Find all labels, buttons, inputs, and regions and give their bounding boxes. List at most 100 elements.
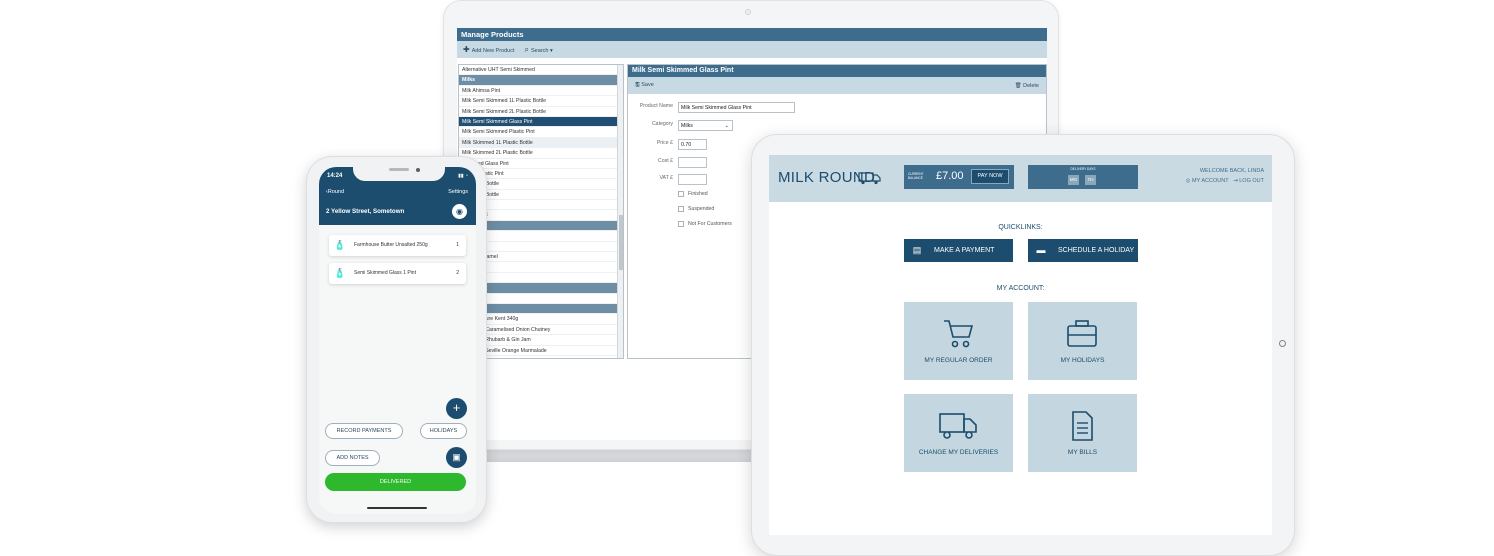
scrollbar-thumb[interactable] <box>619 215 623 270</box>
price-label: Price £ <box>656 140 673 146</box>
chevron-down-icon: ⌄ <box>724 123 729 129</box>
front-camera <box>416 168 420 172</box>
home-button[interactable] <box>1279 340 1286 347</box>
vat-input[interactable] <box>678 174 707 185</box>
save-button[interactable]: 🖫 Save <box>635 81 654 90</box>
speaker-grille <box>389 168 409 171</box>
search-button[interactable]: ⌕ Search ▾ <box>525 45 553 55</box>
product-row[interactable]: Milk Semi Skimmed 1L Plastic Bottle <box>459 96 623 107</box>
add-notes-button[interactable]: ADD NOTES <box>325 450 380 466</box>
van-logo-icon <box>858 172 881 185</box>
product-row[interactable]: Skimmed Glass Pint <box>459 159 623 169</box>
logout-link[interactable]: ⇥ LOG OUT <box>1233 178 1264 184</box>
cost-label: Cost £ <box>658 158 673 164</box>
change-my-deliveries-card[interactable]: CHANGE MY DELIVERIES <box>904 394 1013 472</box>
product-row[interactable]: Alternative UHT Semi Skimmed <box>459 65 623 76</box>
product-row[interactable]: Milk Semi Skimmed Glass Pint <box>459 116 623 128</box>
suspended-label: Suspended <box>688 206 715 212</box>
record-payments-button[interactable]: RECORD PAYMENTS <box>325 423 403 439</box>
balance-caption: CURRENT BALANCE <box>908 172 924 180</box>
wallet-icon: ▤ <box>912 245 922 255</box>
delivery-day: TH <box>1085 175 1096 185</box>
webcam <box>745 9 751 15</box>
phone-device: 14:24 ▮▮ ◔ ‹Round Settings 2 Yellow Stre… <box>306 156 487 523</box>
product-row[interactable]: Milk Skimmed 2L Plastic Bottle <box>459 148 623 159</box>
delete-button[interactable]: 🗑 Delete <box>1015 83 1039 89</box>
price-input[interactable]: 0.70 <box>678 139 707 150</box>
bottles-icon: 🧴 <box>334 240 346 250</box>
card-label: MY HOLIDAYS <box>1060 357 1105 364</box>
map-pin-icon[interactable]: ◉ <box>452 204 467 219</box>
my-regular-order-card[interactable]: MY REGULAR ORDER <box>904 302 1013 380</box>
add-product-button[interactable]: ✚ Add New Product <box>463 45 515 54</box>
order-item-name: Farmhouse Butter Unsalted 250g <box>354 242 428 248</box>
checkbox-box[interactable] <box>678 191 684 197</box>
product-name-input[interactable]: Milk Semi Skimmed Glass Pint <box>678 102 795 113</box>
plus-icon: ✚ <box>463 45 470 54</box>
finished-checkbox[interactable]: Finished <box>678 191 708 197</box>
round-address: 2 Yellow Street, Sometown <box>326 208 405 215</box>
vat-label: VAT £ <box>659 175 673 181</box>
order-item[interactable]: 🧴 Semi Skimmed Glass 1 Pint 2 <box>329 263 466 284</box>
delivery-day: MO <box>1068 175 1079 185</box>
pay-now-button[interactable]: PAY NOW <box>971 169 1009 184</box>
suspended-checkbox[interactable]: Suspended <box>678 206 714 212</box>
product-row[interactable]: Milk Semi Skimmed 2L Plastic Bottle <box>459 107 623 117</box>
my-account-link[interactable]: ◎ MY ACCOUNT <box>1186 178 1229 184</box>
balance-panel: CURRENT BALANCE £7.00 PAY NOW <box>904 165 1014 189</box>
order-item-qty: 1 <box>456 242 459 248</box>
cost-input[interactable] <box>678 157 707 168</box>
account-links: ◎ MY ACCOUNT ⇥ LOG OUT <box>1186 178 1264 184</box>
product-row[interactable]: Milk Skimmed 1L Plastic Bottle <box>459 137 623 149</box>
suitcase-icon <box>1067 320 1097 347</box>
product-row[interactable]: Milk Ahimsa Pint <box>459 86 623 97</box>
user-icon: ◎ <box>1185 178 1191 184</box>
schedule-holiday-label: SCHEDULE A HOLIDAY <box>1058 247 1135 254</box>
card-label: MY REGULAR ORDER <box>924 357 993 364</box>
tablet-device: MILK ROUND CURRENT BALANCE £7.00 PAY NOW… <box>751 134 1295 556</box>
detail-title: Milk Semi Skimmed Glass Pint <box>628 65 1046 77</box>
settings-link[interactable]: Settings <box>448 189 468 195</box>
category-value: Milks <box>681 123 693 129</box>
card-icon: ▬ <box>1036 245 1046 255</box>
search-icon: ⌕ <box>524 44 529 54</box>
category-row[interactable]: Milks <box>459 75 623 86</box>
logout-icon: ⇥ <box>1233 178 1238 184</box>
home-indicator <box>367 507 427 509</box>
category-select[interactable]: Milks ⌄ <box>678 120 733 131</box>
make-payment-button[interactable]: ▤ MAKE A PAYMENT <box>904 239 1013 262</box>
tablet-screen: MILK ROUND CURRENT BALANCE £7.00 PAY NOW… <box>769 155 1272 535</box>
delivered-button[interactable]: DELIVERED <box>325 473 466 491</box>
my-account-heading: MY ACCOUNT: <box>996 285 1045 292</box>
product-name-label: Product Name <box>639 103 673 109</box>
camera-icon[interactable]: ▣ <box>446 447 467 468</box>
not-for-customers-label: Not For Customers <box>688 221 732 227</box>
welcome-text: WELCOME BACK, LINDA <box>1199 168 1264 174</box>
devices-stage: Manage Products ✚ Add New Product ⌕ Search… <box>0 0 1494 556</box>
logout-label: LOG OUT <box>1239 178 1264 184</box>
order-item[interactable]: 🧴 Farmhouse Butter Unsalted 250g 1 <box>329 235 466 256</box>
schedule-holiday-button[interactable]: ▬ SCHEDULE A HOLIDAY <box>1028 239 1138 262</box>
my-holidays-card[interactable]: MY HOLIDAYS <box>1028 302 1137 380</box>
add-product-label: Add New Product <box>471 48 515 54</box>
holidays-button[interactable]: HOLIDAYS <box>420 423 467 439</box>
delivery-days-caption: DELIVERY DAYS <box>1070 167 1096 171</box>
checkbox-box[interactable] <box>678 206 684 212</box>
phone-screen: 14:24 ▮▮ ◔ ‹Round Settings 2 Yellow Stre… <box>319 167 476 514</box>
battery-icon: ▮▮ ◔ <box>458 173 468 179</box>
checkbox-box[interactable] <box>678 221 684 227</box>
not-for-customers-checkbox[interactable]: Not For Customers <box>678 221 732 227</box>
product-row[interactable]: Milk Semi Skimmed Plastic Pint <box>459 127 623 138</box>
bill-icon <box>1072 411 1093 441</box>
cart-icon <box>944 320 974 348</box>
delete-label: Delete <box>1023 82 1039 89</box>
add-item-button[interactable]: + <box>446 398 467 419</box>
my-bills-card[interactable]: MY BILLS <box>1028 394 1137 472</box>
quicklinks-heading: QUICKLINKS: <box>998 224 1043 231</box>
back-button[interactable]: ‹Round <box>326 189 344 195</box>
finished-label: Finished <box>688 191 708 197</box>
product-list-scrollbar[interactable] <box>617 65 623 358</box>
products-toolbar: ✚ Add New Product ⌕ Search ▾ <box>457 41 1047 58</box>
window-title: Manage Products <box>457 28 1047 41</box>
trash-icon: 🗑 <box>1014 82 1022 89</box>
